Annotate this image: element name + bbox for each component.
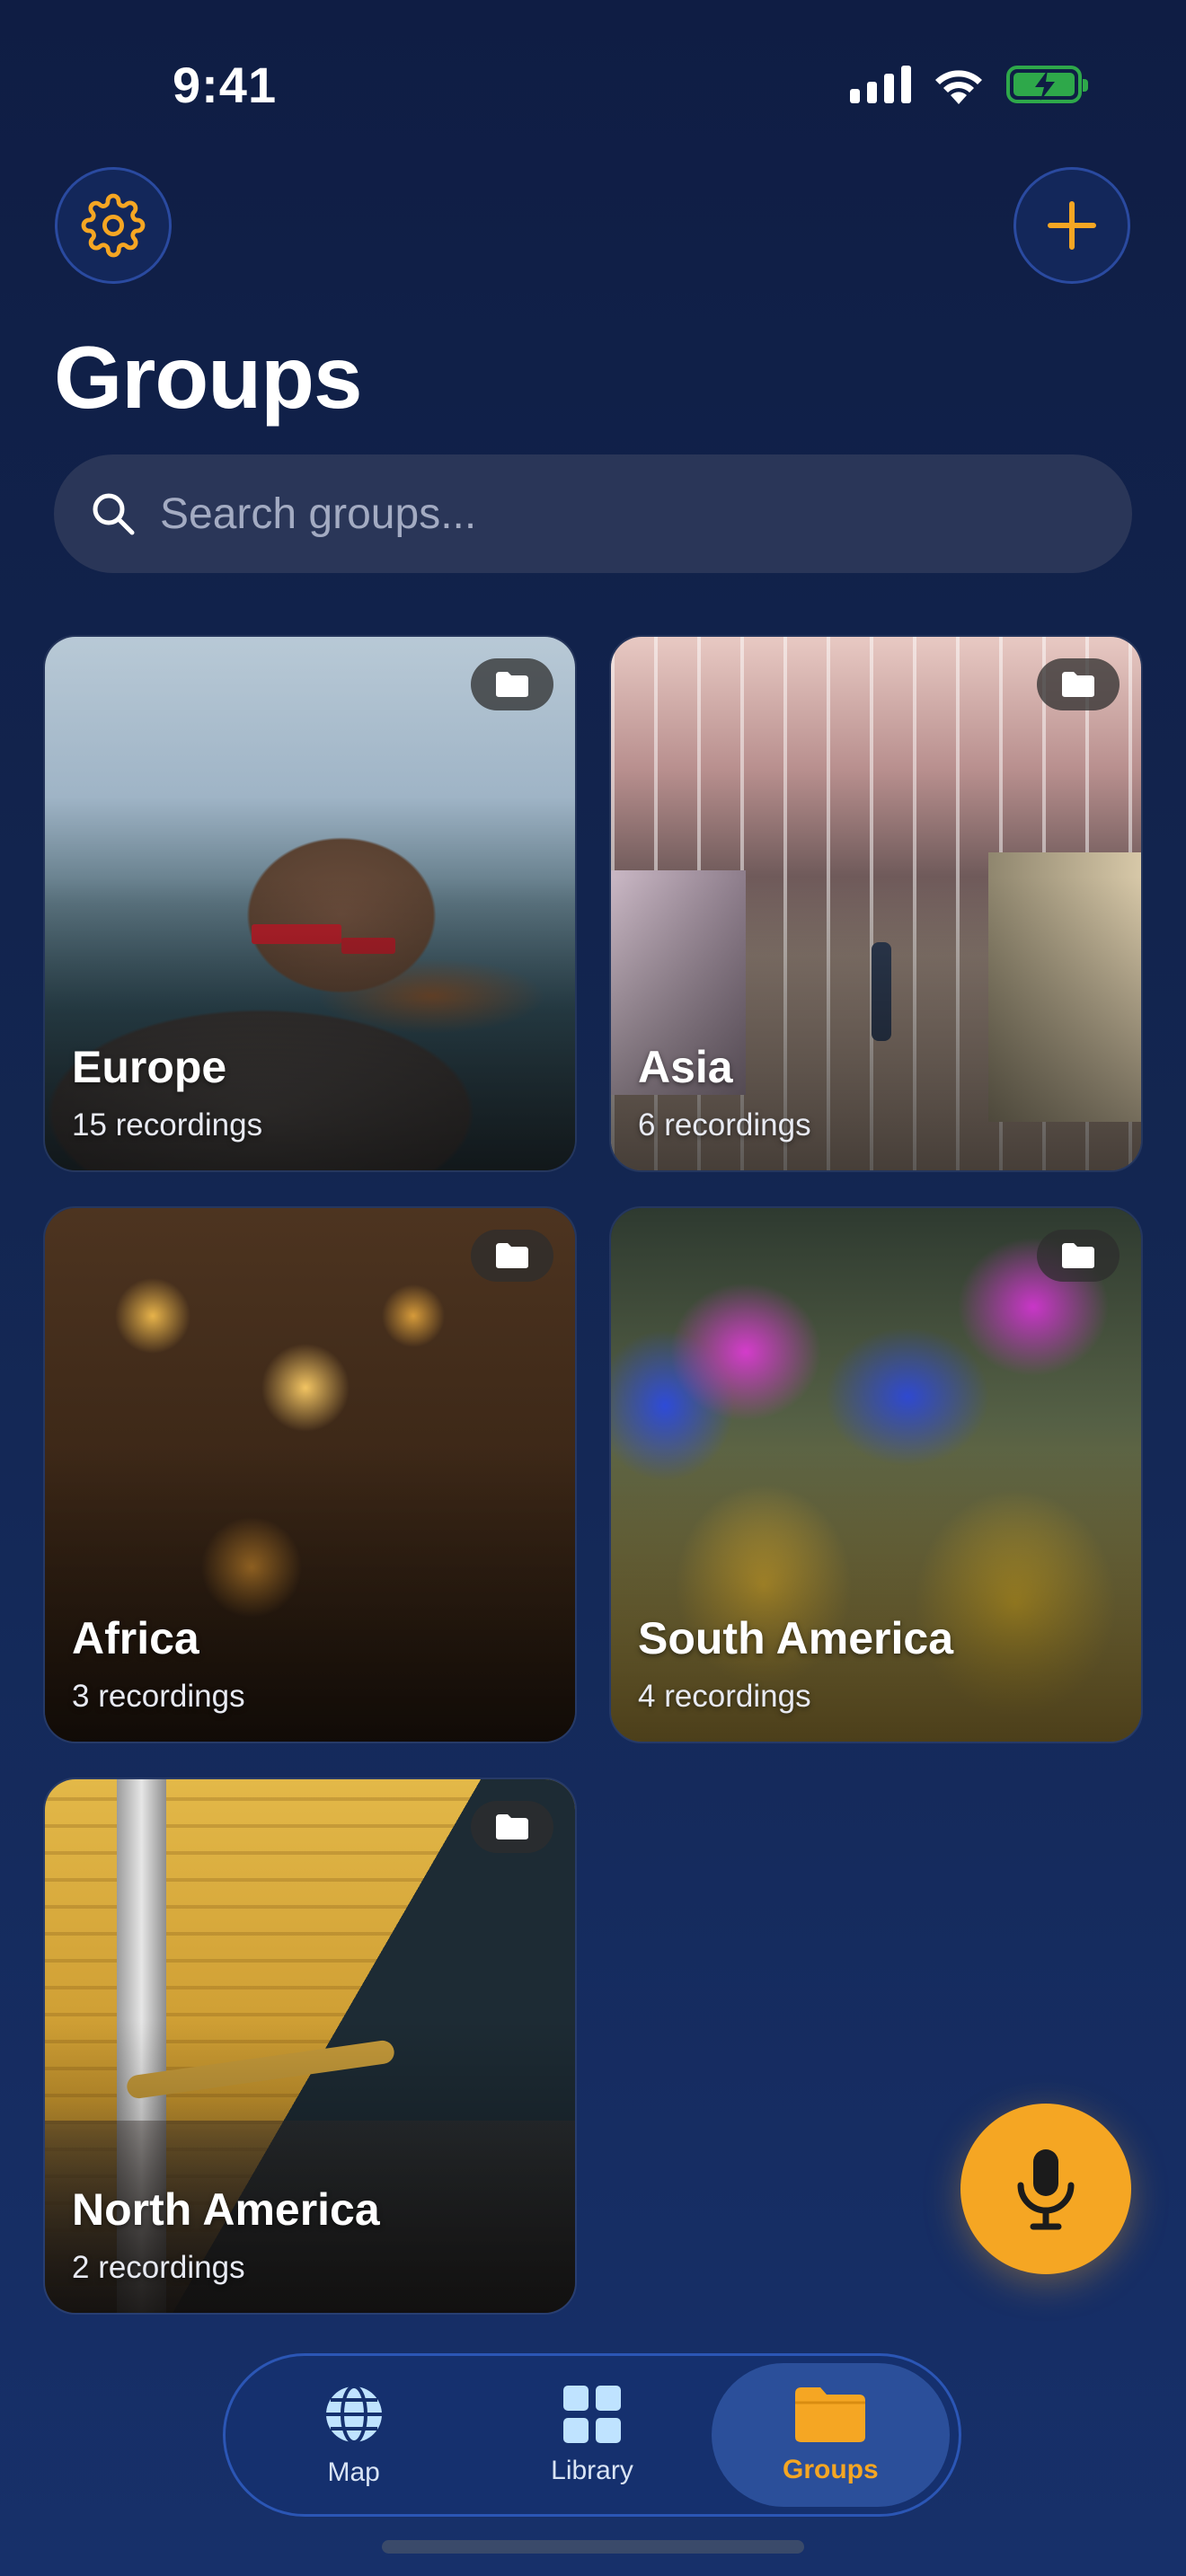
tab-label: Groups [782,2455,879,2484]
folder-badge [1037,1230,1120,1282]
group-recording-count: 4 recordings [638,1679,811,1714]
tab-groups[interactable]: Groups [711,2363,950,2507]
plus-icon [1048,201,1096,250]
group-name: North America [72,2184,380,2235]
folder-icon [795,2387,866,2442]
group-card-europe[interactable]: Europe 15 recordings [43,635,577,1172]
search-input[interactable] [160,489,1058,539]
tab-map[interactable]: Map [235,2363,473,2507]
group-card-africa[interactable]: Africa 3 recordings [43,1206,577,1743]
folder-icon [496,1814,528,1839]
globe-icon [325,2385,382,2444]
status-time: 9:41 [173,57,278,113]
group-card-north-america[interactable]: North America 2 recordings [43,1778,577,2315]
page-title: Groups [54,328,362,427]
group-recording-count: 6 recordings [638,1107,811,1142]
wifi-icon [935,70,982,104]
microphone-icon [1017,2149,1075,2230]
tab-library[interactable]: Library [473,2363,711,2507]
home-indicator [382,2540,804,2554]
gear-icon [81,193,146,258]
status-bar: 9:41 [0,0,1186,171]
battery-icon [1006,66,1088,103]
folder-badge [1037,658,1120,710]
group-name: South America [638,1613,954,1663]
group-recording-count: 3 recordings [72,1679,245,1714]
group-recording-count: 2 recordings [72,2250,245,2285]
group-name: Europe [72,1042,227,1092]
tab-bar: Map Library Groups [223,2353,961,2517]
folder-icon [496,1243,528,1268]
folder-badge [471,1801,553,1853]
folder-icon [496,672,528,697]
group-recording-count: 15 recordings [72,1107,263,1142]
folder-icon [1062,1243,1094,1268]
tab-label: Library [551,2456,633,2485]
group-name: Asia [638,1042,733,1092]
groups-screen: 9:41 Groups Search groups... Europe 15 r… [0,0,1186,2576]
group-card-asia[interactable]: Asia 6 recordings [609,635,1143,1172]
status-icons [850,65,1088,104]
tab-label: Map [327,2457,380,2487]
group-card-south-america[interactable]: South America 4 recordings [609,1206,1143,1743]
search-icon [93,493,135,535]
settings-button[interactable] [55,167,172,284]
group-name: Africa [72,1613,199,1663]
folder-badge [471,658,553,710]
folder-icon [1062,672,1094,697]
add-group-button[interactable] [1013,167,1130,284]
search-bar[interactable] [54,454,1132,573]
cellular-signal-icon [850,66,911,103]
grid-icon [562,2386,621,2443]
record-button[interactable] [960,2104,1131,2274]
folder-badge [471,1230,553,1282]
